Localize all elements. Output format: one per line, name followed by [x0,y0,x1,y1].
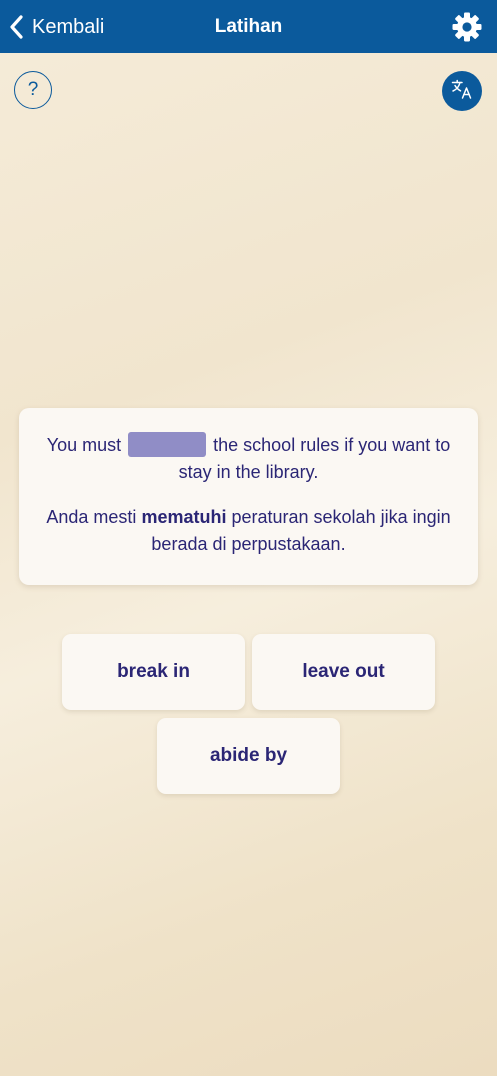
back-label: Kembali [32,15,105,38]
answer-blank [128,432,207,457]
help-button[interactable]: ? [14,71,52,109]
english-text-before: You must [46,435,122,455]
indonesian-text-before: Anda mesti [46,507,137,527]
indonesian-highlight: mematuhi [141,507,227,527]
back-button[interactable]: Kembali [8,9,104,45]
help-label: ? [27,79,39,100]
question-card: You must the school rules if you want to… [19,408,478,585]
english-sentence: You must the school rules if you want to… [37,432,460,486]
option-button[interactable]: break in [62,634,245,710]
chevron-left-icon [8,14,24,40]
translate-icon [450,77,474,106]
option-button[interactable]: abide by [157,718,340,794]
gear-icon [451,12,483,47]
settings-button[interactable] [451,11,483,43]
translate-button[interactable] [442,71,482,111]
indonesian-sentence: Anda mesti mematuhi peraturan sekolah ji… [37,504,460,558]
option-button[interactable]: leave out [252,634,435,710]
top-bar: Kembali Latihan [0,0,497,53]
english-text-after: the school rules if you want to stay in … [178,435,451,482]
